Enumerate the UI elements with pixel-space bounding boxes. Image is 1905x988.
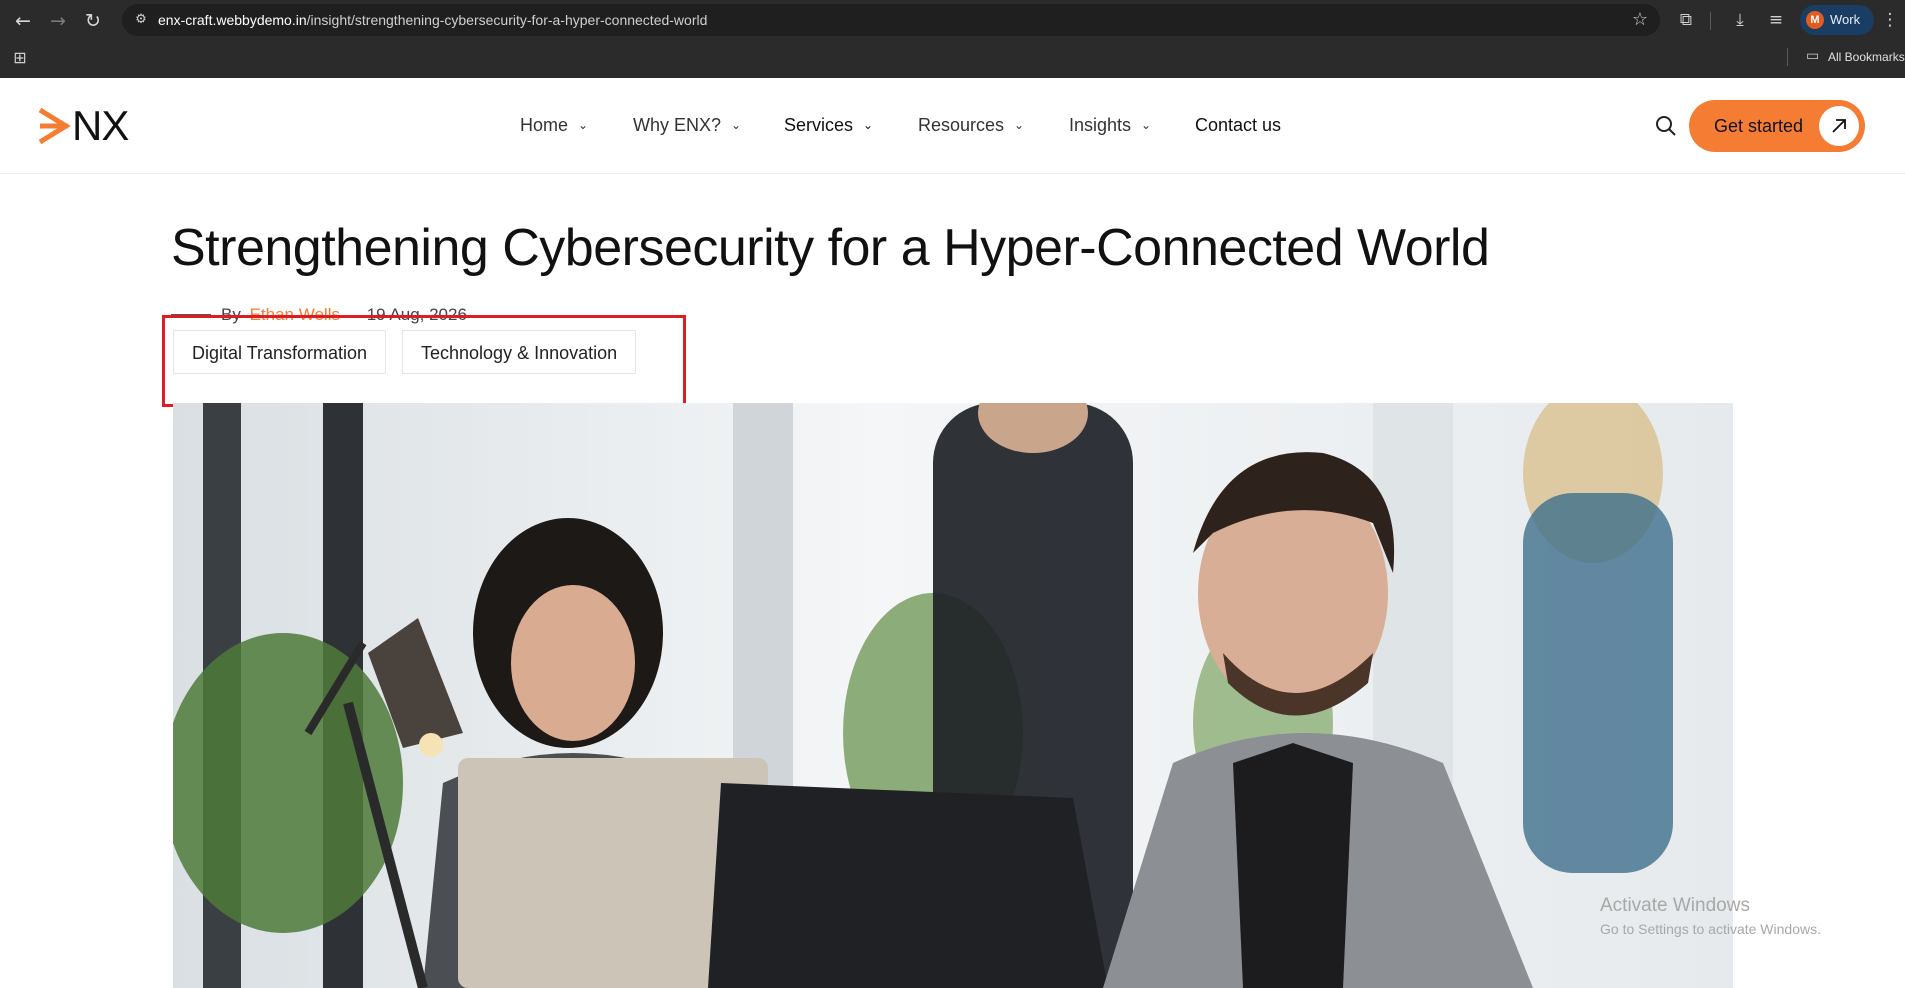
chevron-down-icon: ⌄ xyxy=(863,118,874,132)
download-icon[interactable]: ⤓ xyxy=(1728,8,1752,32)
nav-services-label: Services xyxy=(784,115,854,135)
get-started-button[interactable]: Get started xyxy=(1689,100,1865,152)
address-bar[interactable]: ⚙ enx-craft.webbydemo.in/insight/strengt… xyxy=(122,4,1660,36)
profile-name: Work xyxy=(1830,12,1861,27)
nav-why-enx-label: Why ENX? xyxy=(633,115,722,135)
reload-icon[interactable]: ↻ xyxy=(80,8,106,34)
activate-windows-watermark: Activate Windows Go to Settings to activ… xyxy=(1600,895,1821,937)
toolbar-divider xyxy=(1710,12,1711,30)
annotation-highlight-box xyxy=(162,315,686,407)
nav-resources-label: Resources xyxy=(918,115,1005,135)
search-icon[interactable] xyxy=(1655,115,1677,137)
apps-icon[interactable]: ⊞ xyxy=(10,48,30,68)
watermark-line2: Go to Settings to activate Windows. xyxy=(1600,921,1821,937)
nav-services[interactable]: Services ⌄ xyxy=(784,115,873,136)
nav-why-enx[interactable]: Why ENX? ⌄ xyxy=(633,115,741,136)
nav-insights-label: Insights xyxy=(1069,115,1132,135)
extensions-icon[interactable]: ⧉ xyxy=(1674,8,1698,32)
url-text[interactable]: enx-craft.webbydemo.in/insight/strengthe… xyxy=(158,12,707,28)
site-settings-icon[interactable]: ⚙ xyxy=(132,11,150,29)
get-started-label: Get started xyxy=(1714,116,1804,136)
nav-insights[interactable]: Insights ⌄ xyxy=(1069,115,1151,136)
bookmarks-bar xyxy=(0,40,1905,78)
menu-icon[interactable]: ⋮ xyxy=(1878,8,1902,32)
chevron-down-icon: ⌄ xyxy=(1141,118,1152,132)
logo-text[interactable]: NX xyxy=(72,102,129,150)
star-icon[interactable]: ☆ xyxy=(1632,9,1648,30)
nav-contact-us[interactable]: Contact us xyxy=(1195,115,1281,136)
reading-list-icon[interactable]: ≡ xyxy=(1764,8,1788,32)
watermark-line1: Activate Windows xyxy=(1600,895,1750,916)
url-path: /insight/strengthening-cybersecurity-for… xyxy=(306,12,708,28)
chevron-down-icon: ⌄ xyxy=(1014,118,1025,132)
article-title: Strengthening Cybersecurity for a Hyper-… xyxy=(171,219,1490,277)
hero-image xyxy=(173,403,1733,988)
nav-resources[interactable]: Resources ⌄ xyxy=(918,115,1024,136)
nav-home[interactable]: Home ⌄ xyxy=(520,115,588,136)
chevron-down-icon: ⌄ xyxy=(578,118,589,132)
profile-button[interactable]: M Work xyxy=(1800,5,1874,35)
url-host: enx-craft.webbydemo.in xyxy=(158,12,307,28)
all-bookmarks-link[interactable]: All Bookmarks xyxy=(1828,50,1905,64)
nav-home-label: Home xyxy=(520,115,569,135)
forward-icon[interactable]: → xyxy=(45,8,71,34)
office-photo xyxy=(173,403,1733,988)
nav-contact-label: Contact us xyxy=(1195,115,1282,135)
folder-icon: ▭ xyxy=(1806,48,1820,64)
back-icon[interactable]: ← xyxy=(10,8,36,34)
chevron-down-icon: ⌄ xyxy=(731,118,742,132)
profile-avatar: M xyxy=(1806,11,1824,29)
arrow-up-right-icon xyxy=(1819,106,1859,146)
bookmarks-divider xyxy=(1787,48,1788,66)
site-header: NX Home ⌄ Why ENX? ⌄ Services ⌄ Resources ⌄ … xyxy=(0,78,1905,174)
